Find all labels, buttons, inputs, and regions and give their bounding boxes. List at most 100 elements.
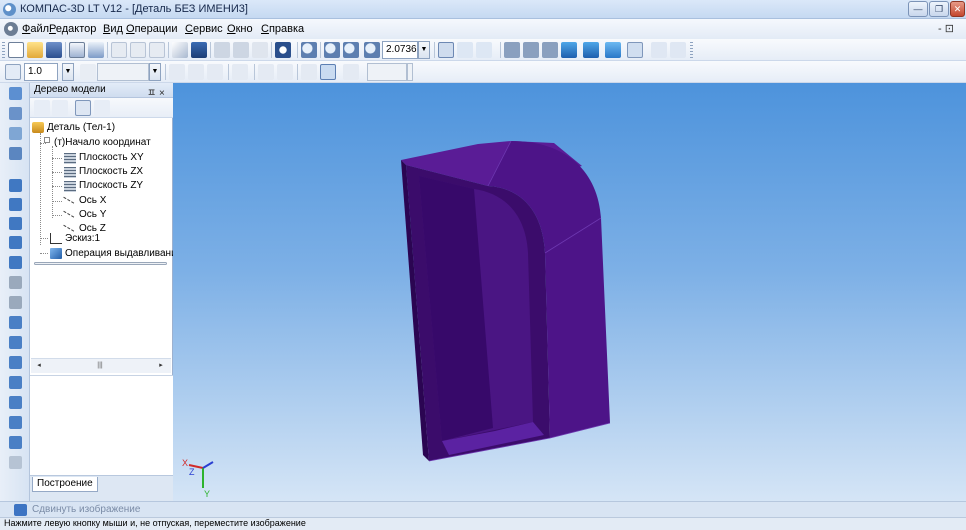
tree-show-icon[interactable] bbox=[75, 100, 91, 116]
separator bbox=[320, 42, 321, 58]
cut-extrude-tool-icon[interactable] bbox=[9, 256, 22, 269]
new-document-icon[interactable] bbox=[8, 42, 24, 58]
grid-icon[interactable] bbox=[5, 64, 21, 80]
scroll-thumb[interactable]: ||| bbox=[91, 362, 109, 370]
paste-icon[interactable] bbox=[149, 42, 165, 58]
scroll-right-arrow[interactable]: ▸ bbox=[155, 361, 167, 371]
bindings-icon[interactable] bbox=[277, 64, 293, 80]
toolbar-end-grip[interactable] bbox=[690, 42, 693, 58]
kompas-app-icon[interactable] bbox=[3, 3, 16, 16]
extrude-tool-icon[interactable] bbox=[9, 179, 22, 192]
menu-edit[interactable]: Редактор bbox=[49, 23, 96, 35]
properties-icon[interactable] bbox=[172, 42, 188, 58]
step-field[interactable]: 1.0 bbox=[24, 63, 58, 81]
more-tools-icon[interactable] bbox=[9, 456, 22, 469]
chamfer-tool-icon[interactable] bbox=[9, 296, 22, 309]
array-tool-icon[interactable] bbox=[9, 376, 22, 389]
coordinate-x-field[interactable] bbox=[367, 63, 407, 81]
orientation-plane-icon[interactable] bbox=[188, 64, 204, 80]
extruded-frame-model[interactable] bbox=[401, 140, 611, 462]
fillet-tool-icon[interactable] bbox=[9, 276, 22, 289]
tree-horizontal-scrollbar[interactable]: ◂ ||| ▸ bbox=[31, 358, 171, 373]
menu-file[interactable]: Файл bbox=[22, 23, 49, 35]
layer-field[interactable] bbox=[97, 63, 149, 81]
mirror-tool-icon[interactable] bbox=[9, 396, 22, 409]
scroll-left-arrow[interactable]: ◂ bbox=[33, 361, 45, 371]
menu-operations[interactable]: Операции bbox=[126, 23, 177, 35]
menu-help[interactable]: Справка bbox=[261, 23, 304, 35]
auxiliary-geometry-icon[interactable] bbox=[9, 416, 22, 429]
zoom-window-icon[interactable] bbox=[301, 42, 317, 58]
menu-bar: Файл Редактор Вид Операции Сервис Окно С… bbox=[0, 19, 966, 39]
tree-view-mode-icon[interactable] bbox=[52, 100, 68, 116]
close-button[interactable]: ✕ bbox=[950, 1, 965, 17]
save-icon[interactable] bbox=[46, 42, 62, 58]
layer-dropdown-arrow[interactable]: ▼ bbox=[149, 63, 161, 81]
shaded-icon[interactable] bbox=[561, 42, 577, 58]
tree-structure-icon[interactable] bbox=[34, 100, 50, 116]
hidden-thin-icon[interactable] bbox=[542, 42, 558, 58]
cursor-coordinates-icon[interactable] bbox=[320, 64, 336, 80]
menu-service[interactable]: Сервис bbox=[185, 23, 223, 35]
variables-icon[interactable] bbox=[252, 42, 268, 58]
section-icon[interactable] bbox=[651, 42, 667, 58]
help-cursor-icon[interactable] bbox=[275, 42, 291, 58]
redo-icon[interactable] bbox=[233, 42, 249, 58]
grid-toggle-icon[interactable] bbox=[232, 64, 248, 80]
rotate-icon[interactable] bbox=[457, 42, 473, 58]
filter-icon[interactable] bbox=[627, 42, 643, 58]
sweep-tool-icon[interactable] bbox=[9, 217, 22, 230]
pan-icon[interactable] bbox=[438, 42, 454, 58]
sketch-mode-icon[interactable] bbox=[301, 64, 317, 80]
step-dropdown-arrow[interactable]: ▼ bbox=[62, 63, 74, 81]
shell-tool-icon[interactable] bbox=[9, 316, 22, 329]
collapse-icon[interactable] bbox=[44, 137, 50, 143]
minimize-button[interactable]: — bbox=[908, 1, 928, 17]
tab-build[interactable]: Построение bbox=[32, 477, 98, 492]
zoom-out-icon[interactable] bbox=[343, 42, 359, 58]
geometry-panel-icon[interactable] bbox=[9, 107, 22, 120]
print-icon[interactable] bbox=[88, 42, 104, 58]
zoom-dropdown-arrow[interactable]: ▼ bbox=[418, 41, 430, 59]
tree-settings-icon[interactable] bbox=[94, 100, 110, 116]
editing-panel-icon[interactable] bbox=[9, 87, 22, 100]
toolbar-grip[interactable] bbox=[2, 42, 5, 58]
maximize-button[interactable]: ❐ bbox=[929, 1, 949, 17]
undo-icon[interactable] bbox=[214, 42, 230, 58]
cut-icon[interactable] bbox=[111, 42, 127, 58]
hole-tool-icon[interactable] bbox=[9, 356, 22, 369]
tree-node-label: Плоскость ZX bbox=[79, 166, 144, 177]
shaded-edges-icon[interactable] bbox=[583, 42, 599, 58]
mdi-window-controls[interactable]: - ⊡ bbox=[938, 22, 954, 35]
manager-icon[interactable] bbox=[191, 42, 207, 58]
perspective-icon[interactable] bbox=[605, 42, 621, 58]
menu-view[interactable]: Вид bbox=[103, 23, 123, 35]
copy-icon[interactable] bbox=[130, 42, 146, 58]
parametrization-panel-icon[interactable] bbox=[9, 147, 22, 160]
measure-icon[interactable] bbox=[670, 42, 686, 58]
print-preview-icon[interactable] bbox=[69, 42, 85, 58]
open-folder-icon[interactable] bbox=[27, 42, 43, 58]
wireframe-icon[interactable] bbox=[504, 42, 520, 58]
document-icon[interactable] bbox=[4, 22, 18, 36]
loft-tool-icon[interactable] bbox=[9, 236, 22, 249]
coordinate-y-field[interactable] bbox=[407, 63, 413, 81]
layer-icon[interactable] bbox=[80, 64, 96, 80]
zoom-scale-icon[interactable] bbox=[364, 42, 380, 58]
zoom-in-icon[interactable] bbox=[324, 42, 340, 58]
tree-panel-pin-close[interactable]: ㅍ × bbox=[147, 84, 165, 99]
tree-splitter[interactable] bbox=[34, 262, 167, 265]
measure-tool-icon[interactable] bbox=[9, 436, 22, 449]
snap-icon[interactable] bbox=[207, 64, 223, 80]
orientation-icon[interactable] bbox=[476, 42, 492, 58]
hidden-lines-icon[interactable] bbox=[523, 42, 539, 58]
local-cs-icon[interactable] bbox=[169, 64, 185, 80]
revolve-tool-icon[interactable] bbox=[9, 198, 22, 211]
rib-tool-icon[interactable] bbox=[9, 336, 22, 349]
dimensions-panel-icon[interactable] bbox=[9, 127, 22, 140]
ortho-icon[interactable] bbox=[258, 64, 274, 80]
coordinate-xy-icon[interactable] bbox=[343, 64, 359, 80]
zoom-scale-field[interactable]: 2.0736 bbox=[382, 41, 418, 59]
model-viewport[interactable]: X Y Z bbox=[173, 83, 966, 501]
menu-window[interactable]: Окно bbox=[227, 23, 253, 35]
